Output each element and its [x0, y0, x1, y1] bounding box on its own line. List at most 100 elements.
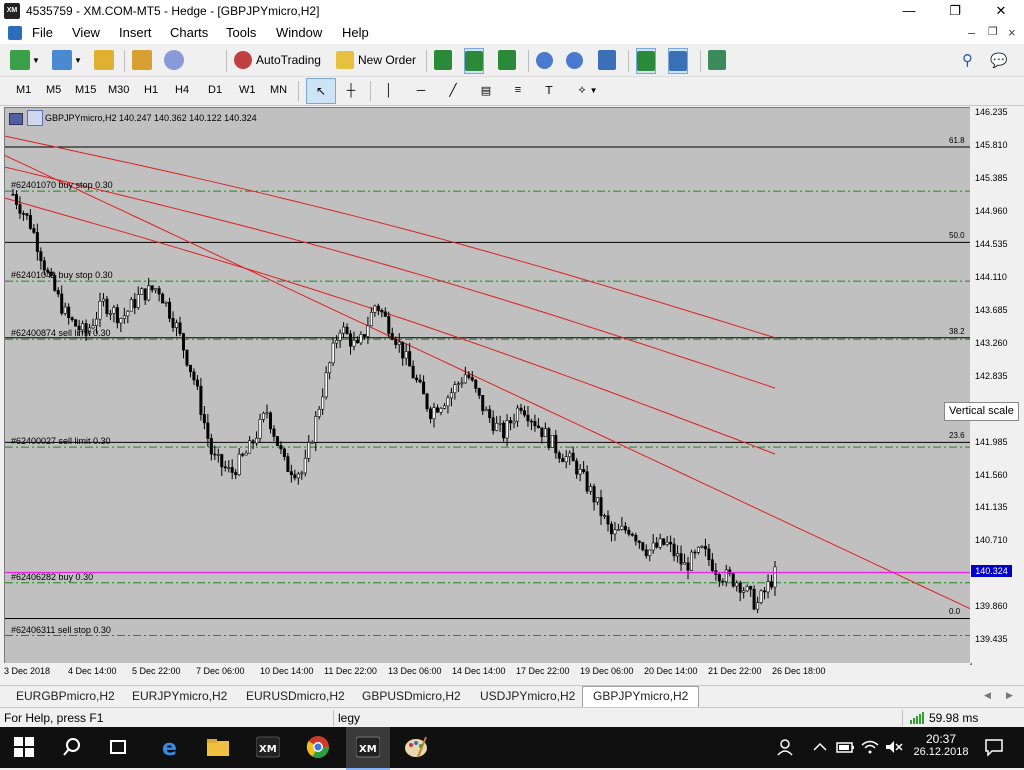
candle-bear: [181, 333, 185, 351]
autotrading-button[interactable]: AutoTrading: [234, 48, 321, 72]
timeframe-mn[interactable]: MN: [270, 84, 287, 96]
timeframe-w1[interactable]: W1: [239, 84, 256, 96]
search-button[interactable]: ⚲: [962, 48, 973, 72]
candle-bear: [703, 545, 707, 550]
candle-bull: [147, 285, 151, 301]
timeframe-h1[interactable]: H1: [144, 84, 158, 96]
order-label[interactable]: #62406282 buy 0.30: [11, 572, 93, 582]
menu-insert[interactable]: Insert: [119, 25, 152, 40]
minimize-button[interactable]: —: [886, 0, 932, 22]
menu-tools[interactable]: Tools: [226, 25, 256, 40]
navigator-button[interactable]: [132, 48, 152, 72]
xm-app-button[interactable]: XM: [255, 735, 281, 759]
line-chart-button[interactable]: [498, 48, 516, 72]
tab-eurusd[interactable]: EURUSDmicro,H2: [246, 689, 345, 703]
search-taskbar-button[interactable]: [62, 735, 86, 759]
vertical-line-button[interactable]: │: [380, 78, 398, 102]
tabs-scroll-right[interactable]: ▶: [1006, 690, 1013, 701]
candlestick-chart-button[interactable]: [464, 48, 484, 74]
time-tick-label: 4 Dec 14:00: [68, 666, 117, 676]
tab-gbpjpy[interactable]: GBPJPYmicro,H2: [582, 686, 700, 709]
file-explorer-button[interactable]: [206, 735, 230, 759]
child-close-button[interactable]: ×: [1008, 25, 1016, 40]
notifications-button[interactable]: [984, 735, 1008, 759]
chat-button[interactable]: 💬: [990, 48, 1007, 72]
zoom-out-button[interactable]: [566, 48, 583, 72]
maximize-button[interactable]: ❐: [932, 0, 978, 22]
candle-bear: [275, 436, 279, 446]
chart-canvas[interactable]: [5, 108, 971, 664]
tab-gbpusd[interactable]: GBPUSDmicro,H2: [362, 689, 461, 703]
order-label[interactable]: #62406311 sell stop 0.30: [11, 625, 111, 635]
profiles-icon: [52, 50, 72, 70]
timeframe-m1[interactable]: M1: [16, 84, 31, 96]
people-button[interactable]: [776, 735, 800, 759]
cursor-tool-button[interactable]: ↖: [306, 78, 336, 104]
candle-bear: [387, 315, 391, 334]
timeframe-m5[interactable]: M5: [46, 84, 61, 96]
battery-button[interactable]: [836, 735, 860, 759]
timeframe-m30[interactable]: M30: [108, 84, 129, 96]
price-axis[interactable]: 146.235 145.810 145.385 144.960 144.535 144.1…: [970, 107, 1024, 663]
tray-overflow-button[interactable]: [812, 735, 836, 759]
tab-eurgbp[interactable]: EURGBPmicro,H2: [16, 689, 115, 703]
fibonacci-button[interactable]: ≡: [506, 78, 530, 102]
menu-charts[interactable]: Charts: [170, 25, 208, 40]
chart-shift-button[interactable]: [668, 48, 688, 74]
timeframe-d1[interactable]: D1: [208, 84, 222, 96]
autoscroll-button[interactable]: [636, 48, 656, 74]
tile-windows-button[interactable]: [598, 48, 616, 72]
order-label[interactable]: #62401041 buy stop 0.30: [11, 270, 113, 280]
child-minimize-button[interactable]: –: [968, 25, 975, 40]
candle-bear: [115, 307, 119, 324]
terminal-button[interactable]: [164, 48, 184, 72]
network-button[interactable]: [860, 735, 884, 759]
equidistant-channel-button[interactable]: ▤: [474, 78, 498, 102]
paint-button[interactable]: [404, 735, 428, 759]
candle-bear: [11, 193, 15, 196]
templates-button[interactable]: [708, 48, 726, 72]
taskbar-clock[interactable]: 20:37 26.12.2018: [912, 732, 970, 758]
profiles-button[interactable]: ▼: [52, 48, 82, 72]
edge-button[interactable]: e: [160, 735, 184, 761]
horizontal-line-button[interactable]: ─: [410, 78, 432, 102]
order-label[interactable]: #62400874 sell limit 0.30: [11, 328, 111, 338]
tab-usdjpy[interactable]: USDJPYmicro,H2: [480, 689, 575, 703]
menu-view[interactable]: View: [72, 25, 100, 40]
tab-eurjpy[interactable]: EURJPYmicro,H2: [132, 689, 227, 703]
status-profile: legy: [338, 711, 361, 725]
text-tool-button[interactable]: Ｔ: [538, 78, 560, 102]
chart-type-icon[interactable]: [9, 113, 23, 125]
chart-window-icon[interactable]: [8, 26, 22, 40]
menu-help[interactable]: Help: [342, 25, 369, 40]
tabs-scroll-left[interactable]: ◀: [984, 690, 991, 701]
start-button[interactable]: [14, 735, 38, 759]
menu-file[interactable]: File: [32, 25, 53, 40]
timeframe-h4[interactable]: H4: [175, 84, 189, 96]
candle-bull: [369, 312, 373, 327]
toolbar-separator: [628, 50, 629, 72]
new-chart-button[interactable]: ▼: [10, 48, 40, 72]
order-label[interactable]: #62401070 buy stop 0.30: [11, 180, 113, 190]
candle-bear: [67, 306, 71, 318]
xm-active-app-button[interactable]: XM: [346, 727, 390, 770]
shapes-button[interactable]: ⟡ ▼: [570, 78, 606, 102]
toolbar-separator: [226, 50, 227, 72]
new-order-button[interactable]: New Order: [336, 48, 416, 72]
zoom-in-button[interactable]: [536, 48, 553, 72]
task-view-button[interactable]: [108, 735, 132, 759]
timeframe-m15[interactable]: M15: [75, 84, 96, 96]
bar-chart-button[interactable]: [434, 48, 452, 72]
time-axis[interactable]: 3 Dec 2018 4 Dec 14:00 5 Dec 22:00 7 Dec 06…: [0, 663, 970, 683]
chrome-button[interactable]: [306, 735, 330, 759]
menu-window[interactable]: Window: [276, 25, 322, 40]
market-watch-button[interactable]: [94, 48, 114, 72]
candle-bull: [578, 469, 582, 475]
volume-button[interactable]: [884, 735, 908, 759]
trendline-button[interactable]: ╱: [442, 78, 464, 102]
crosshair-tool-button[interactable]: ┼: [340, 78, 362, 102]
chart-area[interactable]: GBPJPYmicro,H2 140.247 140.362 140.122 1…: [4, 107, 972, 665]
order-label[interactable]: #62400027 sell limit 0.30: [11, 436, 111, 446]
child-restore-button[interactable]: ❐: [988, 25, 998, 38]
close-button[interactable]: ✕: [978, 0, 1024, 22]
